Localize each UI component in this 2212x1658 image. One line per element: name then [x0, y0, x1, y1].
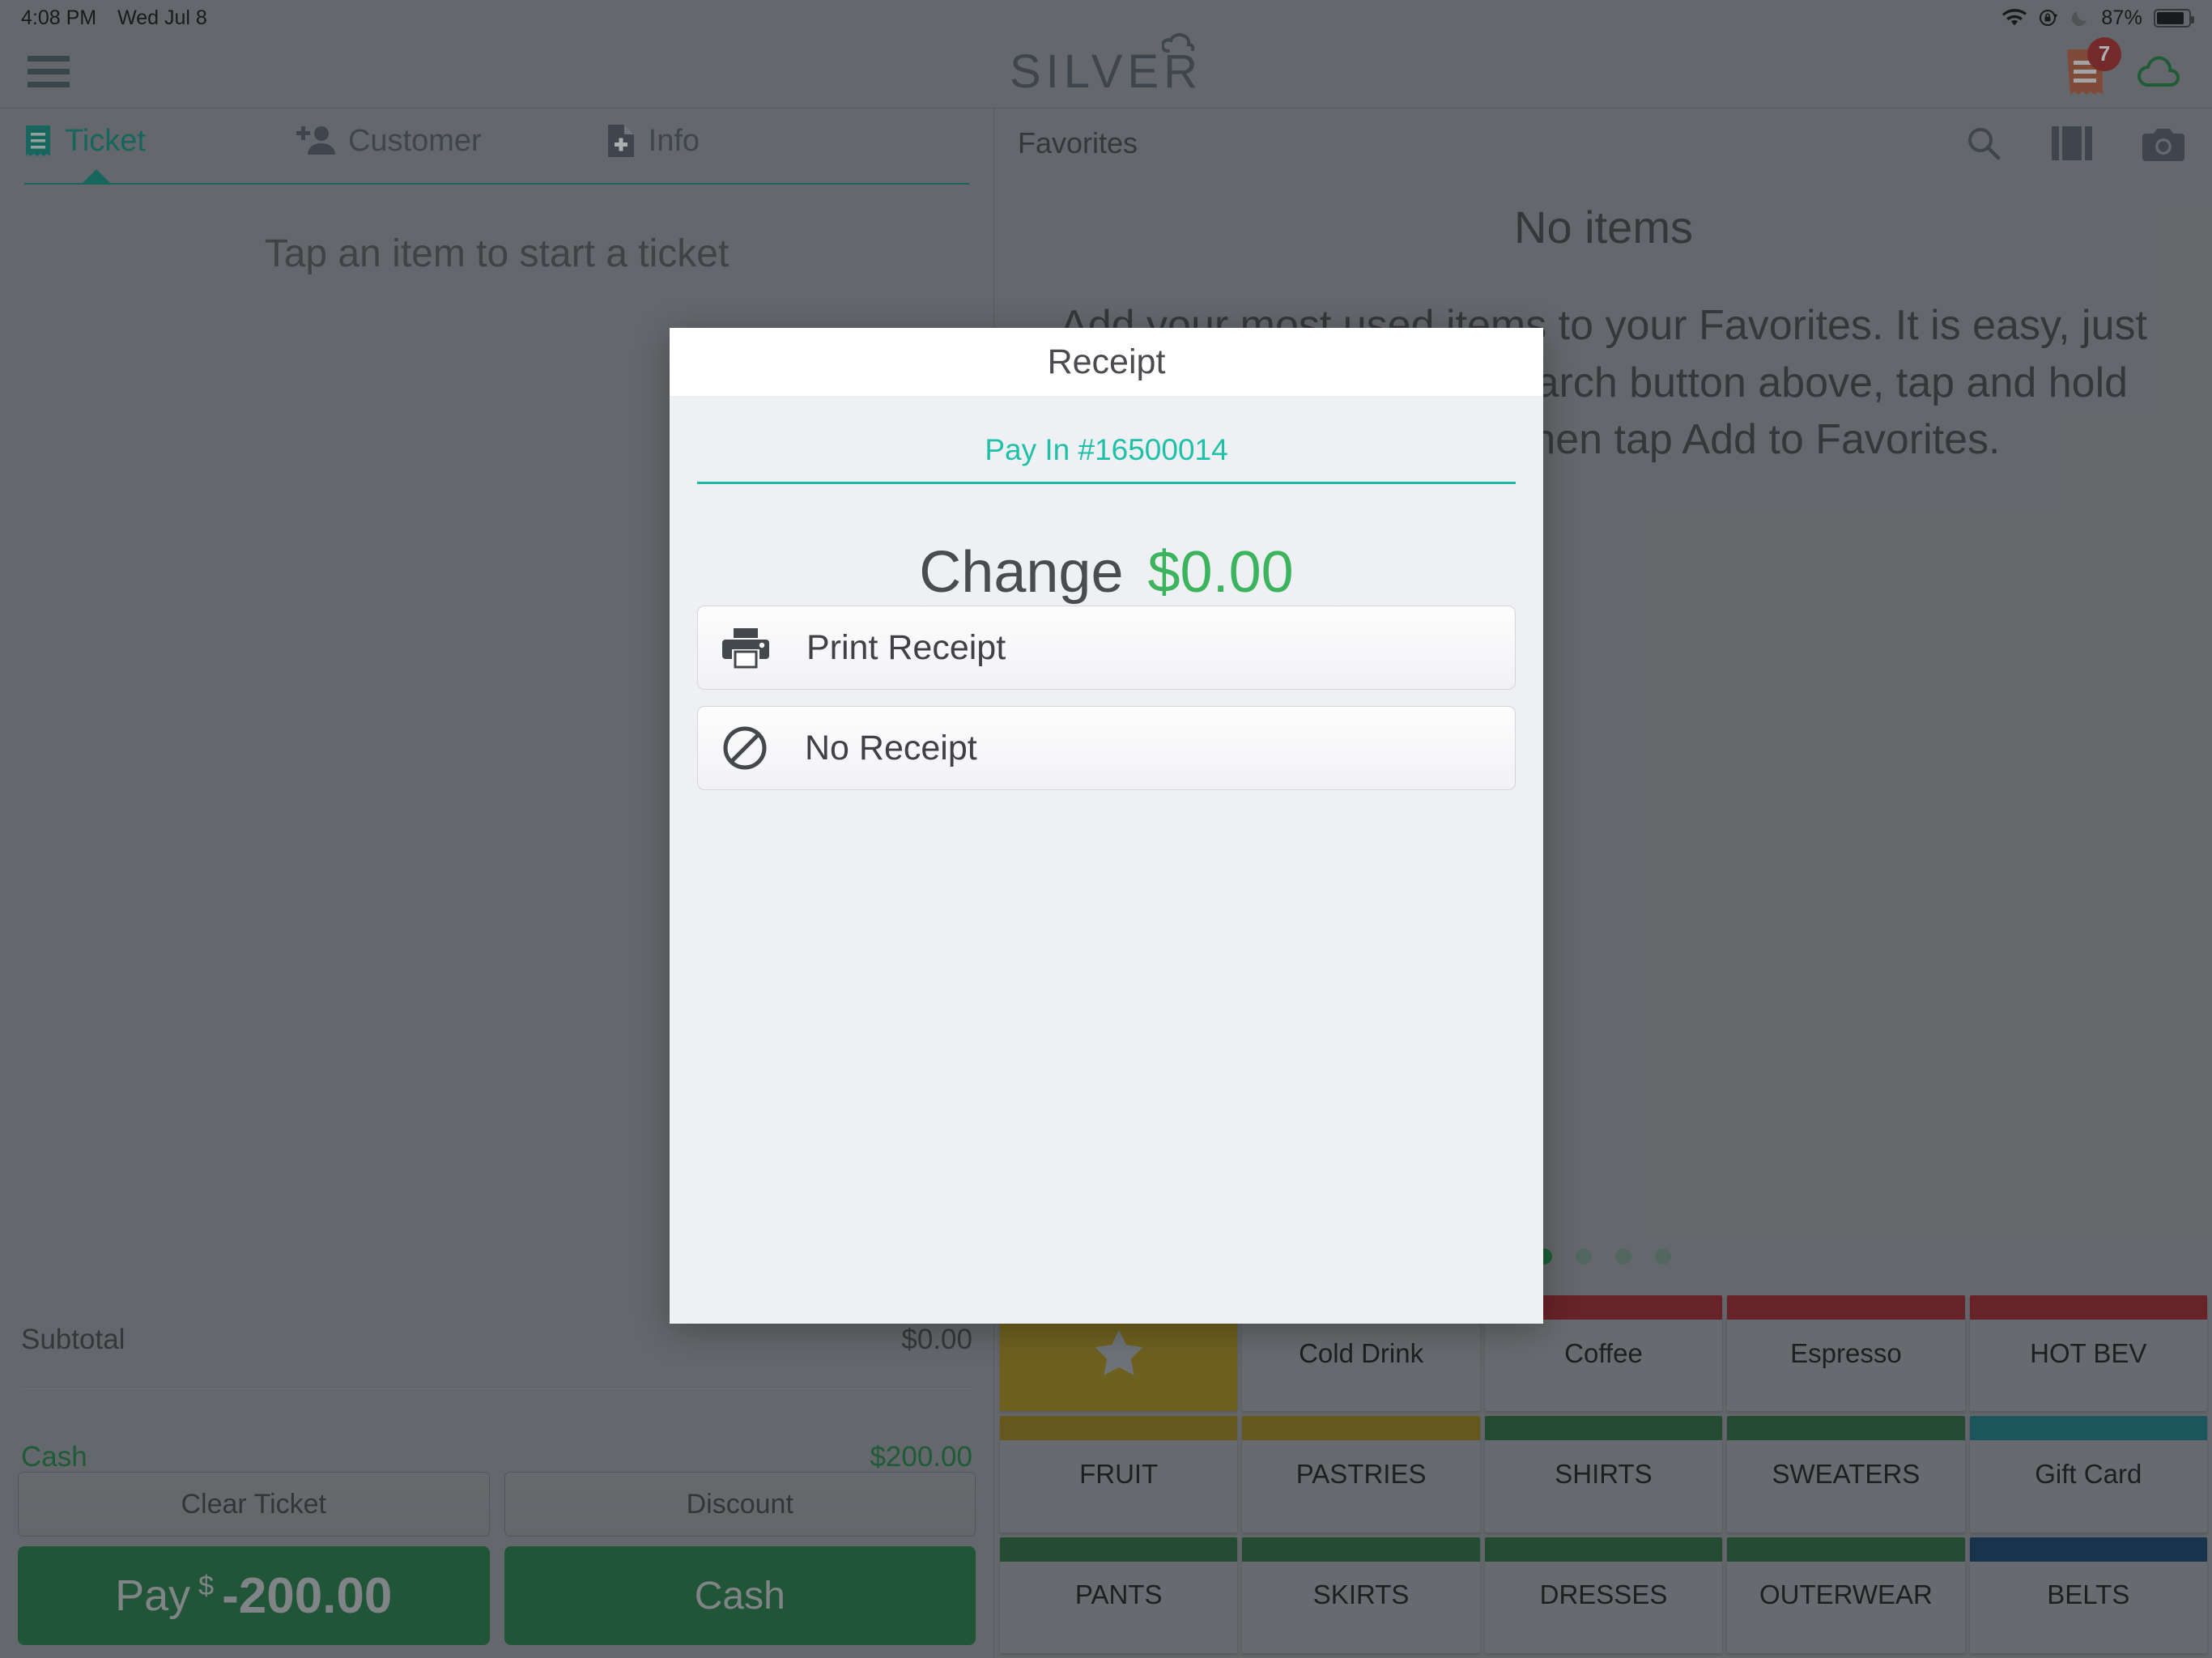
no-receipt-prohibited-icon [722, 725, 768, 771]
printer-icon [722, 627, 769, 669]
receipt-modal-header: Receipt [670, 328, 1543, 396]
receipt-reference-section: Pay In #16500014 [670, 396, 1543, 484]
change-due-row: Change $0.00 [670, 539, 1543, 606]
no-receipt-label: No Receipt [805, 728, 977, 767]
receipt-modal-title: Receipt [1047, 342, 1166, 381]
change-label: Change [919, 540, 1124, 605]
pos-app-screen: 4:08 PM Wed Jul 8 87% SILVER 7 Ticket Cu… [0, 0, 2212, 1658]
no-receipt-button[interactable]: No Receipt [697, 706, 1516, 790]
receipt-reference-underline [697, 482, 1516, 484]
print-receipt-label: Print Receipt [806, 627, 1006, 667]
change-amount: $0.00 [1147, 540, 1294, 605]
receipt-reference-link[interactable]: Pay In #16500014 [985, 433, 1227, 466]
receipt-modal: Receipt Pay In #16500014 Change $0.00 Pr… [670, 328, 1543, 1324]
print-receipt-button[interactable]: Print Receipt [697, 606, 1516, 690]
